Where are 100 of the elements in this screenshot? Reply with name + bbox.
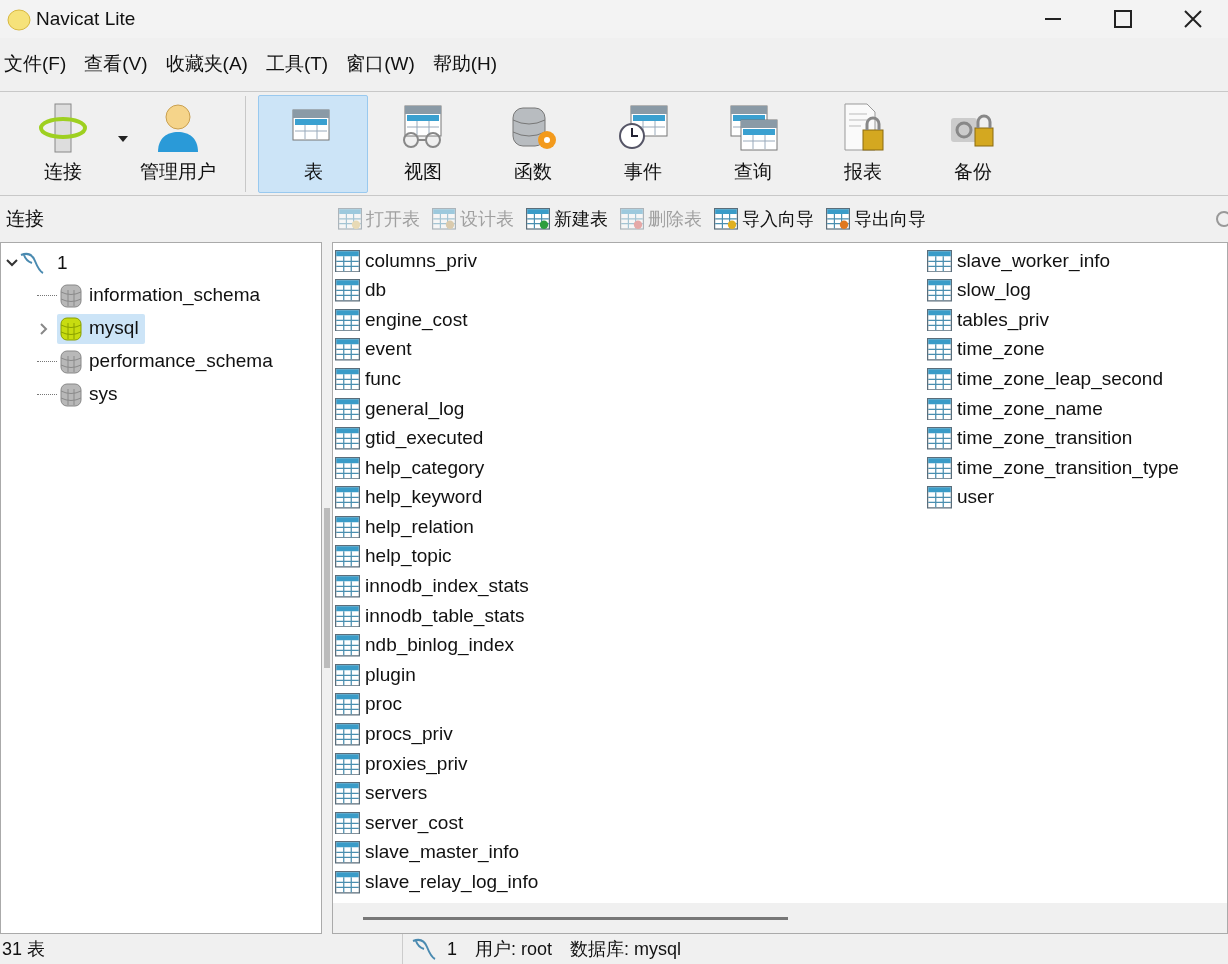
table-export-icon [826,208,850,230]
menu-item[interactable]: 帮助(H) [428,50,502,79]
table-list-item[interactable]: event [335,334,414,365]
toolbar-button[interactable]: 视图 [368,94,478,193]
table-list-item[interactable]: slave_worker_info [927,246,1113,276]
status-table-count: 31 表 [1,937,47,961]
table-list-item[interactable]: servers [335,778,430,809]
table-list-item[interactable]: engine_cost [335,305,470,335]
dropdown-caret-icon[interactable] [118,135,128,142]
table-list-item[interactable]: innodb_index_stats [335,571,531,602]
table-list-item[interactable]: help_topic [335,541,454,572]
table-list-item[interactable]: procs_priv [335,719,455,750]
chevron-down-icon[interactable] [5,258,19,268]
table-icon [335,752,360,776]
table-list-item[interactable]: innodb_table_stats [335,601,527,631]
table-icon [335,249,360,273]
toolbar-action[interactable]: 导入向导 [714,205,814,233]
table-icon [335,575,360,598]
table-icon [927,249,952,273]
table-icon [927,397,952,420]
status-user: 用户: root [475,937,553,961]
toolbar-button[interactable]: 函数 [478,94,588,193]
toolbar-button[interactable]: 查询 [698,94,808,193]
status-database: 数据库: mysql [570,937,682,961]
toolbar-button[interactable]: 连接 [8,94,118,193]
menu-item[interactable]: 工具(T) [261,50,333,79]
database-icon [59,381,83,408]
tree-item[interactable]: information_schema [57,280,267,311]
table-add-icon [526,208,550,230]
table-icon [927,427,952,450]
menu-item[interactable]: 窗口(W) [342,50,419,79]
table-list-item[interactable]: general_log [335,393,467,424]
table-list-item[interactable]: proc [335,689,404,720]
close-icon [1184,10,1202,28]
table-list-item[interactable]: user [927,482,996,513]
table-icon [335,515,360,539]
toolbar-action[interactable]: 新建表 [526,205,608,233]
table-edit-icon [432,208,456,230]
table-delete-icon [620,208,644,230]
tree-item[interactable]: mysql [57,313,145,344]
splitter-handle-icon[interactable] [324,508,330,668]
table-icon [927,279,952,302]
table-list-item[interactable]: tables_priv [927,305,1051,335]
table-icon [335,397,360,420]
toolbar-action[interactable]: 导出向导 [826,205,926,233]
table-icon [335,338,360,361]
table-list-item[interactable]: help_keyword [335,482,485,513]
table-list-item[interactable]: columns_priv [335,246,479,276]
tree-item[interactable]: 1 [57,248,68,278]
toolbar-button[interactable]: 备份 [918,94,1028,193]
toolbar-button[interactable]: 管理用户 [123,94,233,193]
table-icon [335,486,360,509]
table-list-item[interactable]: gtid_executed [335,423,486,454]
table-list-item[interactable]: server_cost [335,808,466,838]
table-list-item[interactable]: slave_master_info [335,837,522,868]
table-list-item[interactable]: db [335,275,389,306]
table-list-item[interactable]: slow_log [927,275,1033,306]
table-icon [335,782,360,805]
database-icon [59,282,83,309]
database-icon [59,315,83,342]
table-list-item[interactable]: plugin [335,660,418,690]
table-list-item[interactable]: time_zone_leap_second [927,364,1165,394]
table-list-item[interactable]: help_category [335,453,487,483]
table-icon [335,841,360,864]
table-list-item[interactable]: ndb_binlog_index [335,630,516,661]
status-connection: 1 [447,937,457,961]
table-list-item[interactable]: proxies_priv [335,749,470,779]
app-logo-icon [6,6,32,32]
table-icon [335,545,360,568]
toolbar-button[interactable]: 报表 [808,94,918,193]
menu-item[interactable]: 查看(V) [80,50,152,79]
menu-item[interactable]: 收藏夹(A) [161,50,252,79]
table-icon [335,871,360,894]
table-icon [335,456,360,480]
table-icon [927,338,952,361]
table-icon [335,308,360,332]
table-icon [335,634,360,657]
panel-title: 连接 [5,206,44,231]
table-list-item[interactable]: func [335,364,403,394]
toolbar-button[interactable]: 表 [258,94,368,193]
table-icon [927,486,952,509]
table-list-item[interactable]: time_zone_name [927,393,1105,424]
table-list-item[interactable]: slave_relay_log_info [335,867,541,898]
tree-item[interactable]: performance_schema [57,346,279,377]
tree-item[interactable]: sys [57,379,124,410]
table-import-icon [714,208,738,230]
menu-item[interactable]: 文件(F) [0,50,71,79]
table-icon [335,367,360,391]
table-list-item[interactable]: time_zone_transition [927,423,1135,454]
database-icon [59,348,83,375]
table-list-item[interactable]: time_zone [927,334,1047,365]
table-list-item[interactable]: time_zone_transition_type [927,453,1181,483]
table-icon [335,723,360,746]
window-title: Navicat Lite [36,6,136,31]
table-list-item[interactable]: help_relation [335,512,476,542]
table-icon [335,427,360,450]
horizontal-scrollbar-thumb[interactable] [363,916,788,920]
toolbar-button[interactable]: 事件 [588,94,698,193]
table-icon [927,308,952,332]
table-icon [927,367,952,391]
